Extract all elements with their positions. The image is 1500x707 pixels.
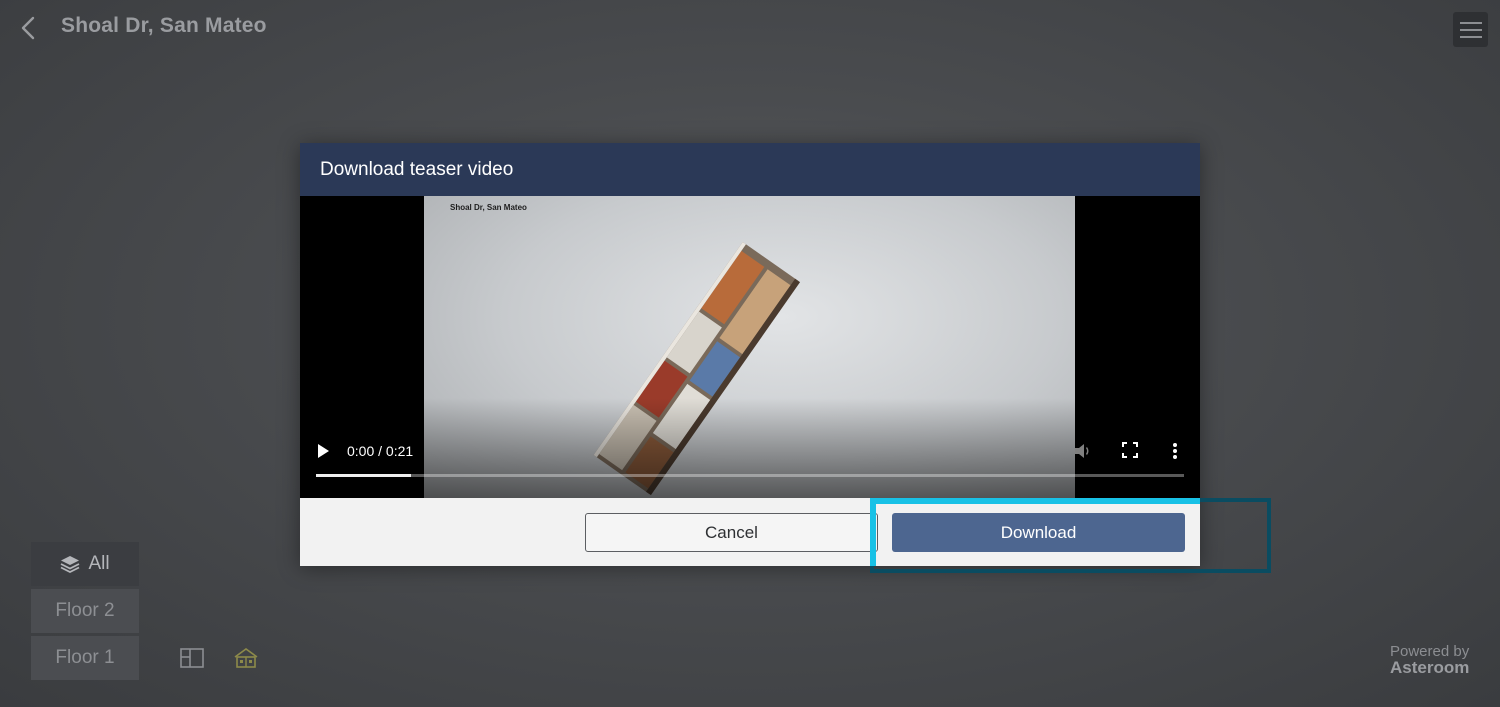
menu-button[interactable]: [1453, 12, 1488, 47]
layers-icon: [61, 556, 80, 574]
more-vertical-icon[interactable]: [1172, 442, 1178, 460]
play-icon[interactable]: [316, 443, 330, 459]
fullscreen-icon[interactable]: [1122, 442, 1138, 458]
cancel-button[interactable]: Cancel: [585, 513, 878, 552]
video-player[interactable]: Shoal Dr, San Mateo 0:00 / 0:21: [300, 196, 1200, 498]
video-frame-title: Shoal Dr, San Mateo: [450, 203, 527, 212]
dollhouse-icon: [234, 648, 258, 668]
controls-shade: [300, 398, 1200, 498]
video-time: 0:00 / 0:21: [347, 443, 414, 459]
chevron-left-icon: [21, 16, 35, 40]
floor-item-label: Floor 2: [55, 600, 115, 621]
dialog-header: Download teaser video: [300, 143, 1200, 196]
floor-selector: All Floor 2 Floor 1: [31, 542, 139, 683]
floor-item-label: All: [88, 553, 110, 574]
volume-icon[interactable]: [1074, 442, 1092, 460]
hamburger-menu-icon: [1459, 21, 1482, 38]
page-title: Shoal Dr, San Mateo: [61, 14, 267, 37]
floor-item-all[interactable]: All: [31, 542, 139, 586]
video-progress-buffered: [316, 474, 412, 477]
floor-item-label: Floor 1: [55, 647, 115, 668]
floorplan-view-button[interactable]: [179, 646, 205, 670]
dialog-title: Download teaser video: [320, 158, 514, 180]
back-button[interactable]: [14, 12, 42, 44]
powered-by: Powered by Asteroom: [1390, 644, 1470, 677]
asteroom-logo: Asteroom: [1390, 658, 1470, 677]
floor-item-floor-1[interactable]: Floor 1: [31, 636, 139, 680]
download-button[interactable]: Download: [892, 513, 1185, 552]
floorplan-icon: [180, 648, 204, 668]
video-progress-bar[interactable]: [316, 474, 1184, 477]
floor-item-floor-2[interactable]: Floor 2: [31, 589, 139, 633]
dollhouse-view-button[interactable]: [233, 646, 259, 670]
